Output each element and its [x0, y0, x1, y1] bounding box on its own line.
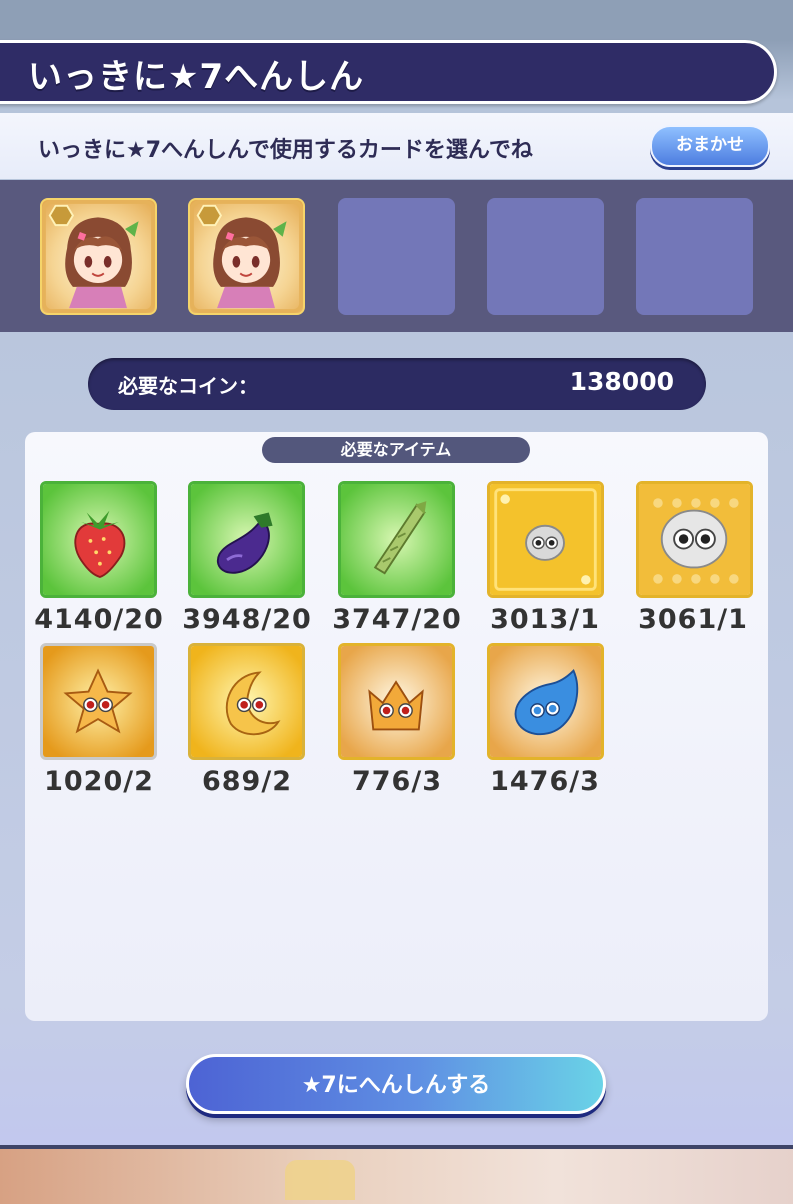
- card-slot-5[interactable]: [636, 198, 753, 315]
- item-count-small-white-puyo: 3013/1: [490, 604, 600, 635]
- item-count-moon-puyo: 689/2: [201, 766, 292, 797]
- transform-star7-button[interactable]: ★7にへんしんする: [186, 1054, 606, 1114]
- item-small-white-puyo[interactable]: [487, 481, 604, 598]
- item-blue-puyo[interactable]: [487, 643, 604, 760]
- required-items-header: 必要なアイテム: [262, 437, 530, 463]
- strawberry-icon: [43, 484, 154, 595]
- card-slot-2[interactable]: [188, 198, 305, 315]
- large-white-puyo-icon: [639, 484, 750, 595]
- item-asparagus[interactable]: [338, 481, 455, 598]
- blue-puyo-icon: [490, 646, 601, 757]
- instruction-text: いっきに★7へんしんで使用するカードを選んでね: [38, 138, 533, 163]
- item-count-crown-puyo: 776/3: [351, 766, 442, 797]
- item-count-large-white-puyo: 3061/1: [638, 604, 748, 635]
- item-strawberry[interactable]: [40, 481, 157, 598]
- required-coins-label: 必要なコイン：: [118, 374, 258, 398]
- item-count-eggplant: 3948/20: [182, 604, 312, 635]
- eggplant-icon: [191, 484, 302, 595]
- card-slot-1[interactable]: [40, 198, 157, 315]
- item-count-asparagus: 3747/20: [332, 604, 462, 635]
- item-large-white-puyo[interactable]: [636, 481, 753, 598]
- required-coins-bar: 必要なコイン： 138000: [88, 358, 706, 410]
- item-star-puyo[interactable]: [40, 643, 157, 760]
- omakase-button[interactable]: おまかせ: [650, 125, 770, 167]
- card-slot-4[interactable]: [487, 198, 604, 315]
- girl-card-portrait-icon: [42, 200, 155, 313]
- item-count-strawberry: 4140/20: [34, 604, 164, 635]
- item-count-star-puyo: 1020/2: [44, 766, 154, 797]
- gear-ornament-icon: [285, 1160, 355, 1200]
- moon-puyo-icon: [191, 646, 302, 757]
- item-count-blue-puyo: 1476/3: [490, 766, 600, 797]
- small-white-puyo-icon: [490, 484, 601, 595]
- item-moon-puyo[interactable]: [188, 643, 305, 760]
- page-title: いっきに★7へんしん: [28, 57, 365, 97]
- background-scene-strip: [0, 1145, 793, 1204]
- title-bar: いっきに★7へんしん: [0, 40, 777, 104]
- crown-puyo-icon: [341, 646, 452, 757]
- item-eggplant[interactable]: [188, 481, 305, 598]
- required-coins-value: 138000: [569, 367, 674, 396]
- item-crown-puyo[interactable]: [338, 643, 455, 760]
- girl-card-portrait-icon: [190, 200, 303, 313]
- asparagus-icon: [341, 484, 452, 595]
- card-slot-3[interactable]: [338, 198, 455, 315]
- star-puyo-icon: [43, 646, 154, 757]
